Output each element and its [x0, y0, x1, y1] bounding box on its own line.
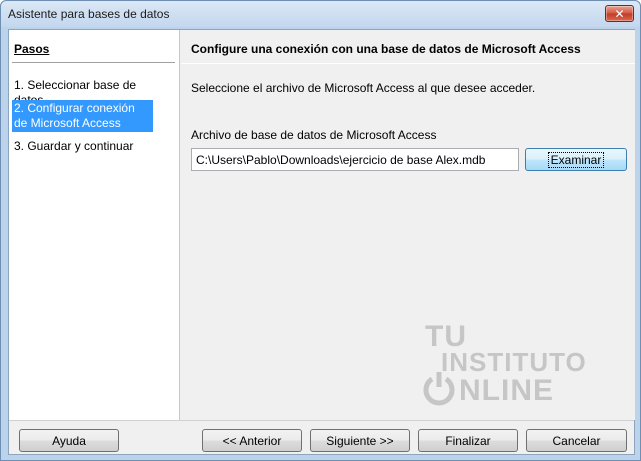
help-button[interactable]: Ayuda	[19, 429, 119, 452]
database-file-input[interactable]	[191, 148, 519, 171]
dialog-body: Pasos 1. Seleccionar base de datos 2. Co…	[8, 29, 635, 455]
steps-divider	[12, 62, 175, 63]
back-button[interactable]: << Anterior	[202, 429, 302, 452]
database-file-label: Archivo de base de datos de Microsoft Ac…	[191, 128, 437, 142]
steps-heading: Pasos	[14, 42, 50, 56]
instruction-text: Seleccione el archivo de Microsoft Acces…	[191, 81, 536, 95]
wizard-window: Asistente para bases de datos ✕ Pasos 1.…	[0, 0, 641, 461]
watermark-logo: TU INSTITUTO NLINE	[421, 320, 586, 410]
close-button[interactable]: ✕	[605, 5, 634, 22]
browse-button-label: Examinar	[547, 151, 605, 168]
step-configure-connection[interactable]: 2. Configurar conexión de Microsoft Acce…	[12, 100, 153, 132]
main-panel: Configure una conexión con una base de d…	[181, 30, 635, 420]
browse-button[interactable]: Examinar	[525, 148, 627, 171]
power-icon	[423, 372, 455, 406]
finish-button[interactable]: Finalizar	[418, 429, 518, 452]
footer-divider	[9, 420, 634, 421]
window-title: Asistente para bases de datos	[8, 7, 170, 21]
steps-sidebar: Pasos 1. Seleccionar base de datos 2. Co…	[9, 30, 180, 420]
title-divider	[181, 63, 635, 64]
cancel-button[interactable]: Cancelar	[526, 429, 627, 452]
step-save-continue[interactable]: 3. Guardar y continuar	[12, 138, 153, 155]
page-title: Configure una conexión con una base de d…	[191, 42, 581, 56]
title-bar[interactable]: Asistente para bases de datos ✕	[1, 1, 640, 27]
close-icon: ✕	[614, 6, 625, 21]
next-button[interactable]: Siguiente >>	[310, 429, 410, 452]
watermark-line-3: NLINE	[459, 374, 554, 407]
